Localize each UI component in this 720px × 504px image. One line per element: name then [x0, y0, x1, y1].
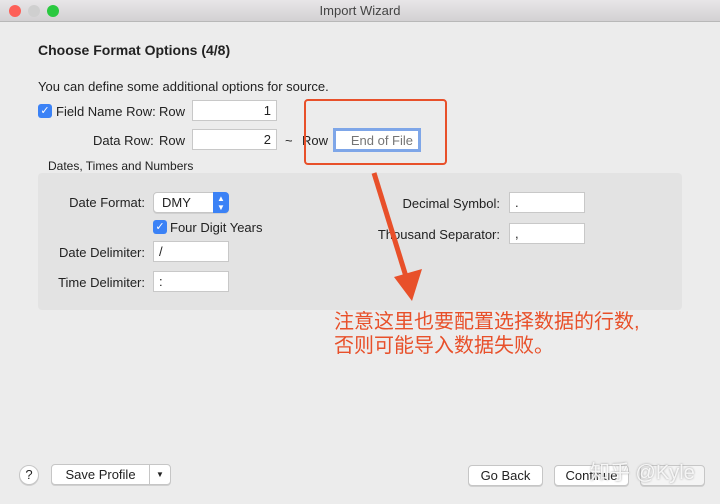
row-label: Row: [159, 133, 186, 148]
description: You can define some additional options f…: [38, 79, 329, 94]
time-delimiter-label: Time Delimiter:: [58, 275, 145, 290]
highlight-box: [304, 99, 447, 165]
date-format-label: Date Format:: [69, 195, 145, 210]
go-back-button[interactable]: Go Back: [468, 465, 543, 486]
decimal-symbol-input[interactable]: .: [509, 192, 585, 213]
four-digit-years-checkbox[interactable]: ✓: [153, 220, 167, 234]
annotation-line-1: 注意这里也要配置选择数据的行数,: [334, 311, 640, 333]
chevron-up-down-icon: ▲ ▼: [213, 192, 229, 213]
title-bar: Import Wizard: [0, 0, 720, 22]
row-label: Row: [159, 104, 186, 119]
annotation-note: 注意这里也要配置选择数据的行数, 否则可能导入数据失败。: [334, 310, 640, 358]
field-name-row-input[interactable]: 1: [192, 100, 277, 121]
date-format-value: DMY: [162, 195, 191, 210]
close-button[interactable]: [9, 5, 21, 17]
field-name-row-label: Field Name Row:: [56, 104, 156, 119]
date-delimiter-label: Date Delimiter:: [59, 245, 145, 260]
field-name-row-checkbox[interactable]: ✓: [38, 104, 52, 118]
help-button[interactable]: ?: [19, 465, 39, 485]
group-title: Dates, Times and Numbers: [48, 159, 194, 173]
annotation-line-2: 否则可能导入数据失败。: [334, 335, 554, 357]
four-digit-years-label: Four Digit Years: [170, 220, 263, 235]
data-row-label: Data Row:: [93, 133, 154, 148]
tilde: ~: [285, 133, 293, 148]
save-profile-button[interactable]: Save Profile: [51, 464, 150, 485]
minimize-button[interactable]: [28, 5, 40, 17]
zoom-button[interactable]: [47, 5, 59, 17]
time-delimiter-input[interactable]: :: [153, 271, 229, 292]
chevron-down-icon: ▼: [156, 470, 164, 479]
data-row-start-input[interactable]: 2: [192, 129, 277, 150]
date-delimiter-input[interactable]: /: [153, 241, 229, 262]
window-title: Import Wizard: [319, 3, 401, 18]
watermark: 知乎 @Kyle: [590, 462, 695, 484]
annotation-arrow: [371, 172, 422, 301]
save-profile-menu-button[interactable]: ▼: [149, 464, 171, 485]
date-format-select[interactable]: DMY ▲ ▼: [153, 192, 229, 213]
page-title: Choose Format Options (4/8): [38, 42, 231, 58]
thousand-separator-input[interactable]: ,: [509, 223, 585, 244]
